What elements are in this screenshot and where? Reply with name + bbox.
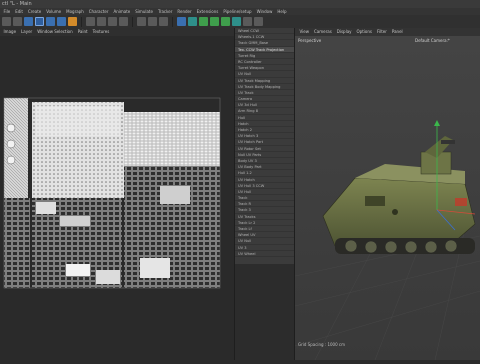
main-toolbar [0,15,480,28]
menu-item[interactable]: Animate [111,8,133,15]
menu-item[interactable]: Mograph [64,8,87,15]
render-settings-icon[interactable] [159,17,168,26]
viewport-menu-item[interactable]: Options [354,28,374,36]
viewport-menu-item[interactable]: Panel [389,28,405,36]
uv-editor-canvas[interactable] [0,36,234,360]
uv-menu-item[interactable]: Image [1,28,19,36]
attribute-manager [235,264,294,360]
light-icon[interactable] [254,17,263,26]
rotate-icon[interactable] [57,17,66,26]
menu-item[interactable]: Extensions [194,8,221,15]
main-menu-bar: File Edit Create Volume Mograph Character Anim… [0,8,480,15]
coordinate-system-icon[interactable] [119,17,128,26]
title-bar: ctl "L - Main [0,0,480,8]
cube-icon[interactable] [177,17,186,26]
viewport-menu: View Cameras Display Options Filter Panel [295,28,480,36]
toolbar-separator [132,16,133,27]
undo-icon[interactable] [2,17,11,26]
uv-menu-item[interactable]: Paint [75,28,90,36]
environment-icon[interactable] [232,17,241,26]
viewport-menu-item[interactable]: Display [334,28,354,36]
object-list-item[interactable]: UV Wheel [235,251,294,257]
render-view-icon[interactable] [148,17,157,26]
render-region-icon[interactable] [137,17,146,26]
menu-item[interactable]: Volume [44,8,64,15]
object-manager: Wheel CCW Wheels.1 CCW Track GMM_Base Tex. … [235,28,294,264]
viewport-camera-label[interactable]: Default Camera:* [415,38,450,43]
viewport-menu-item[interactable]: View [297,28,312,36]
pen-icon[interactable] [188,17,197,26]
recent-tool-icon[interactable] [68,17,77,26]
menu-item[interactable]: Character [86,8,111,15]
scale-icon[interactable] [46,17,55,26]
deformer-icon[interactable] [221,17,230,26]
toolbar-separator [172,16,173,27]
uv-menu-item[interactable]: Textures [90,28,112,36]
menu-item[interactable]: Window [254,8,275,15]
menu-item[interactable]: Pipeline/setup [221,8,254,15]
move-icon[interactable] [35,17,44,26]
viewport-label: Perspective [298,38,322,43]
z-axis-icon[interactable] [108,17,117,26]
menu-item[interactable]: Edit [13,8,26,15]
menu-item[interactable]: Create [25,8,43,15]
uv-editor-menu: Image Layer Window Selection Paint Textures [0,28,234,36]
viewport-menu-item[interactable]: Filter [374,28,389,36]
uv-map-graphic [3,97,221,289]
menu-item[interactable]: Tracker [155,8,174,15]
grid-spacing-label: Grid Spacing : 1000 cm [298,342,346,347]
perspective-viewport[interactable] [294,36,480,361]
viewport-menu-item[interactable]: Cameras [312,28,335,36]
live-selection-icon[interactable] [24,17,33,26]
y-axis-icon[interactable] [97,17,106,26]
uv-menu-item[interactable]: Layer [19,28,35,36]
camera-icon[interactable] [243,17,252,26]
tank-model-render [294,36,480,361]
uv-menu-item[interactable]: Window Selection [35,28,75,36]
x-axis-icon[interactable] [86,17,95,26]
subdivision-icon[interactable] [199,17,208,26]
redo-icon[interactable] [13,17,22,26]
toolbar-separator [81,16,82,27]
menu-item[interactable]: Help [275,8,289,15]
array-icon[interactable] [210,17,219,26]
menu-item[interactable]: File [1,8,13,15]
window-title: ctl "L - Main [2,1,32,7]
menu-item[interactable]: Simulate [133,8,156,15]
menu-item[interactable]: Render [175,8,194,15]
